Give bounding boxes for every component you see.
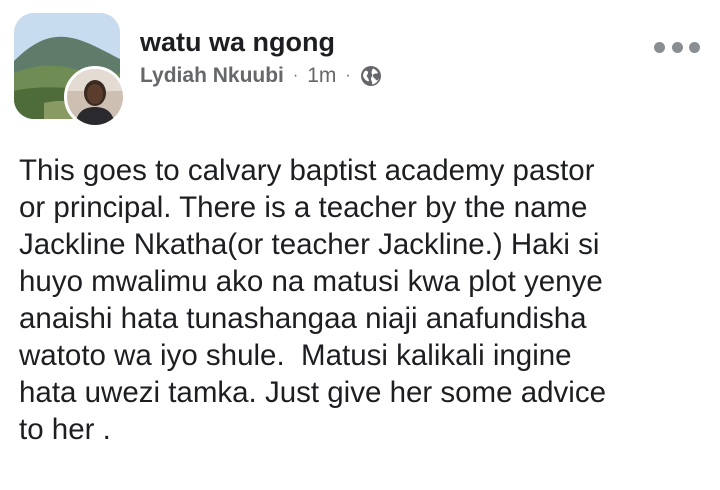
post-body-text: This goes to calvary baptist academy pas… — [19, 154, 607, 446]
more-horizontal-icon[interactable] — [654, 36, 700, 58]
user-avatar[interactable] — [64, 66, 126, 128]
more-dot — [654, 41, 665, 53]
globe-icon — [360, 65, 382, 87]
meta-separator-2: · — [345, 67, 351, 84]
profile-photo — [67, 69, 123, 125]
post-time[interactable]: 1m — [307, 64, 336, 88]
more-dot — [689, 41, 700, 53]
more-dot — [671, 41, 683, 53]
meta-separator: · — [292, 67, 299, 84]
group-name[interactable]: watu wa ngong — [140, 27, 335, 58]
author-name[interactable]: Lydiah Nkuubi — [140, 64, 284, 88]
post-meta: Lydiah Nkuubi · 1m · — [140, 64, 382, 88]
post-header: watu wa ngong Lydiah Nkuubi · 1m · — [0, 0, 720, 140]
